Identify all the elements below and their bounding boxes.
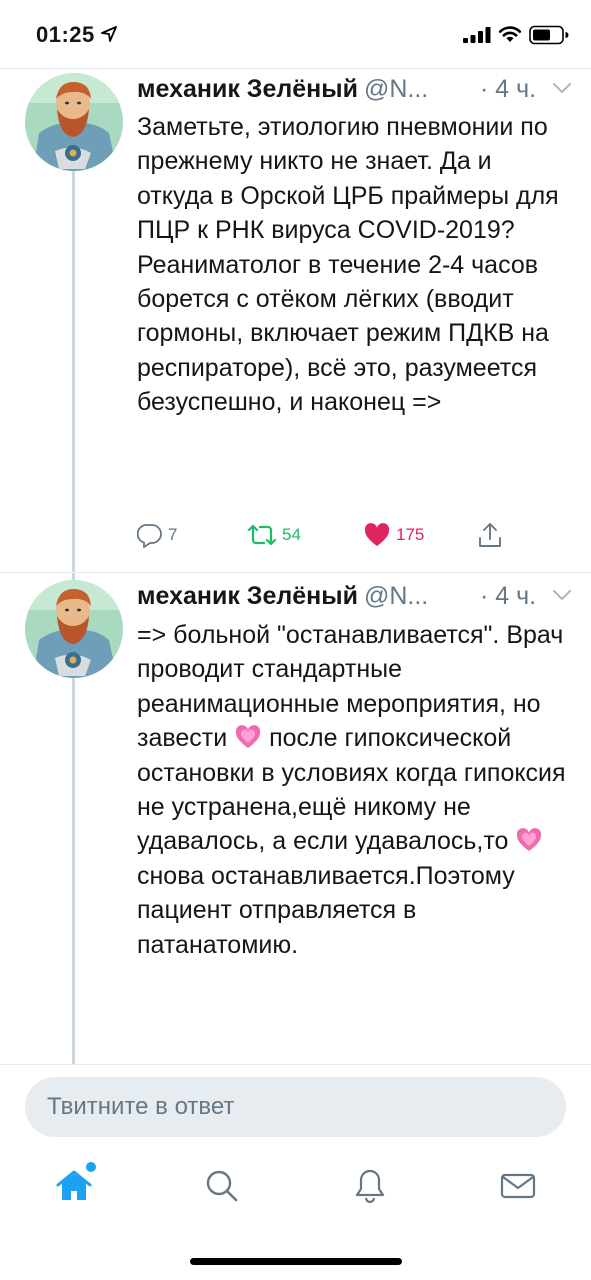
retweet-icon: [247, 524, 277, 546]
author-handle[interactable]: @N...: [364, 75, 428, 103]
tweet-text: => больной "останавливается". Врач прово…: [137, 618, 573, 962]
chevron-down-icon[interactable]: [551, 81, 573, 95]
tab-notifications[interactable]: [348, 1164, 392, 1208]
reply-button[interactable]: 7: [137, 520, 177, 550]
notifications-icon: [355, 1169, 385, 1204]
reply-input[interactable]: Твитните в ответ: [25, 1077, 566, 1137]
thread-line: [72, 678, 75, 1064]
like-button[interactable]: 175: [363, 520, 424, 550]
home-indicator[interactable]: [190, 1258, 402, 1265]
cellular-signal-icon: [463, 27, 491, 43]
growing-heart-emoji-icon: [517, 828, 542, 852]
tab-messages[interactable]: [496, 1164, 540, 1208]
avatar-image: [25, 580, 123, 678]
tweet-header: механик Зелёный @N... · 4 ч.: [137, 73, 577, 105]
status-time: 01:25: [36, 22, 95, 47]
retweet-count: 54: [282, 525, 301, 544]
messages-icon: [500, 1173, 536, 1199]
tweet-time: · 4 ч.: [480, 582, 537, 610]
reply-placeholder: Твитните в ответ: [47, 1093, 235, 1120]
tweet-actions: 7 54 175: [137, 520, 537, 550]
like-count: 175: [396, 525, 425, 544]
share-icon: [479, 523, 501, 547]
chevron-down-icon[interactable]: [551, 588, 573, 602]
wifi-icon: [498, 26, 522, 42]
tweet-header: механик Зелёный @N... · 4 ч.: [137, 580, 577, 612]
tweet-separator: [0, 572, 591, 573]
tab-search[interactable]: [200, 1164, 244, 1208]
battery-icon: [529, 25, 569, 45]
share-button[interactable]: [477, 520, 503, 550]
avatar[interactable]: [25, 73, 123, 171]
author-name[interactable]: механик Зелёный: [137, 582, 358, 610]
growing-heart-emoji-icon: [236, 725, 261, 749]
reply-icon: [137, 524, 162, 548]
tweet-text: Заметьте, этиологию пневмонии по прежнем…: [137, 113, 566, 417]
retweet-button[interactable]: 54: [247, 520, 301, 550]
header-separator: [0, 68, 591, 69]
avatar[interactable]: [25, 580, 123, 678]
new-content-dot: [86, 1162, 96, 1172]
location-arrow-icon: [101, 26, 117, 42]
author-name[interactable]: механик Зелёный: [137, 75, 358, 103]
tweet-separator: [0, 1064, 591, 1065]
tweet-time: · 4 ч.: [480, 75, 537, 103]
author-handle[interactable]: @N...: [364, 582, 428, 610]
status-bar: 01:25: [0, 0, 591, 66]
heart-icon: [364, 523, 390, 546]
search-icon: [206, 1170, 238, 1202]
thread-line: [72, 171, 75, 581]
reply-count: 7: [168, 525, 178, 544]
avatar-image: [25, 73, 123, 171]
